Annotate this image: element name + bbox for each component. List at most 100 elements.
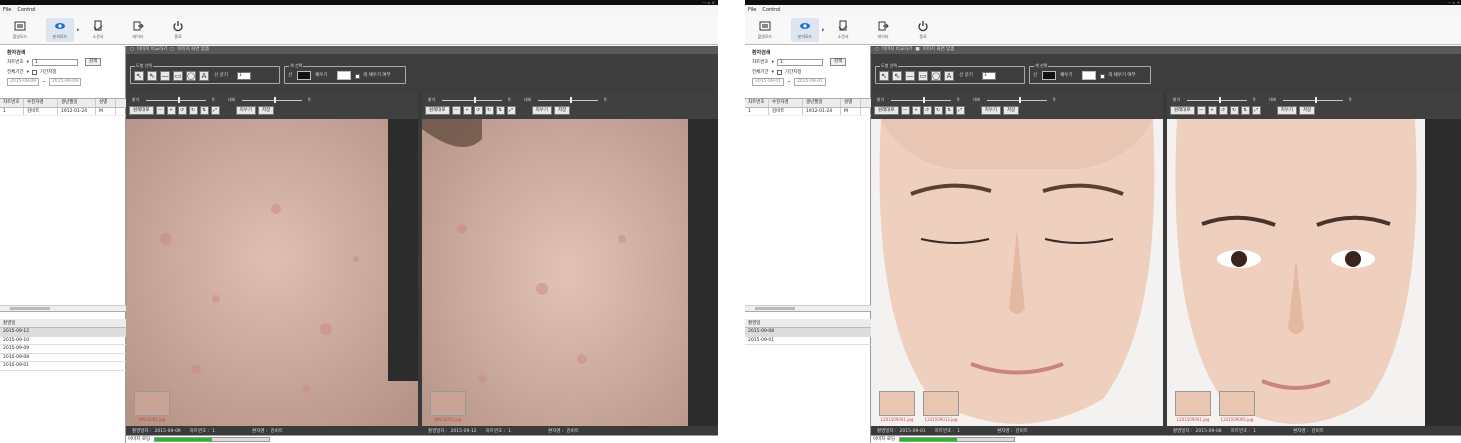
contrast-slider[interactable]: 대비 0 (973, 96, 1061, 104)
window-controls[interactable]: — ▫ ✕ (702, 0, 715, 5)
horizontal-scrollbar[interactable] (0, 305, 126, 311)
tab-compare[interactable]: 이미지 비교하기 (882, 46, 912, 54)
thumbnail[interactable]: 1201509005.jpg (1219, 391, 1255, 435)
fill-checkbox[interactable] (1100, 74, 1105, 79)
face-image-2[interactable] (1167, 119, 1425, 426)
brightness-slider[interactable]: 밝기 0 (877, 96, 965, 104)
table-row[interactable]: 1 김비트 1912-01-24 M (745, 108, 871, 116)
rotate-right-button[interactable]: ↻ (933, 105, 943, 115)
line-color-swatch[interactable] (297, 71, 311, 80)
contrast-slider[interactable]: 대비 0 (1269, 96, 1357, 104)
list-item[interactable]: 2015-09-08 (0, 354, 126, 362)
zoom-out-button[interactable]: — (155, 105, 165, 115)
period-checkbox[interactable] (776, 69, 782, 75)
text-tool-button[interactable]: A (199, 71, 209, 81)
face-image-1[interactable] (871, 119, 1163, 426)
zoom-out-button[interactable]: — (451, 105, 461, 115)
reset-button[interactable]: 원래대로 (1170, 105, 1195, 115)
report-button[interactable]: 소견서 (84, 20, 112, 40)
line-width-select[interactable]: 1 (237, 72, 251, 80)
flip-button[interactable]: ⇅ (1240, 105, 1250, 115)
ellipse-tool-button[interactable]: ◯ (186, 71, 196, 81)
date-from-field[interactable]: 2015-09-09 (7, 78, 40, 86)
single-radio-icon[interactable]: ■ (915, 46, 919, 54)
delete-button[interactable]: 지우기 (1276, 105, 1297, 115)
list-item[interactable]: 2015-09-01 (745, 337, 871, 345)
delete-button[interactable]: 지우기 (531, 105, 552, 115)
list-item[interactable]: 2015-09-09 (0, 345, 126, 354)
period-checkbox[interactable] (31, 69, 37, 75)
zoom-in-button[interactable]: + (462, 105, 472, 115)
line-tool-button[interactable]: — (905, 71, 915, 81)
save-button[interactable]: 저장 (257, 105, 275, 115)
line-color-swatch[interactable] (1042, 71, 1056, 80)
fill-color-swatch[interactable] (1082, 71, 1096, 80)
fit-button[interactable]: ⤢ (506, 105, 516, 115)
rect-tool-button[interactable]: ▭ (918, 71, 928, 81)
fill-color-swatch[interactable] (337, 71, 351, 80)
fit-button[interactable]: ⤢ (955, 105, 965, 115)
reset-button[interactable]: 원래대로 (874, 105, 899, 115)
chevron-down-icon[interactable]: ▾ (27, 60, 29, 65)
menu-file[interactable]: File (3, 7, 11, 13)
save-button[interactable]: 저장 (553, 105, 571, 115)
rotate-left-button[interactable]: ↺ (473, 105, 483, 115)
text-tool-button[interactable]: A (944, 71, 954, 81)
search-button[interactable]: 검색 (84, 58, 102, 66)
report-button[interactable]: 소견서 (829, 20, 857, 40)
thumbnail[interactable]: 1201509001.jpg (1175, 391, 1211, 435)
rotate-right-button[interactable]: ↻ (188, 105, 198, 115)
line-width-select[interactable]: 1 (982, 72, 996, 80)
skin-image-1[interactable] (126, 119, 418, 426)
list-item[interactable]: 2015-09-10 (0, 337, 126, 345)
date-to-field[interactable]: 2015-09-09 (48, 78, 82, 86)
contrast-slider[interactable]: 대비 0 (228, 96, 316, 104)
scroll-thumb[interactable] (10, 307, 50, 310)
arrow-tool-button[interactable]: ⇖ (892, 71, 902, 81)
fit-button[interactable]: ⤢ (210, 105, 220, 115)
zoom-in-button[interactable]: + (1207, 105, 1217, 115)
menu-file[interactable]: File (748, 7, 756, 13)
chevron-down-icon[interactable]: ▾ (772, 60, 774, 65)
data-export-button[interactable]: 데이터 (124, 20, 152, 40)
analysis-mode-button[interactable]: 분석모드 (791, 17, 819, 42)
list-item[interactable]: 2015-09-12 (0, 328, 126, 337)
fit-button[interactable]: ⤢ (1251, 105, 1261, 115)
contrast-slider[interactable]: 대비 0 (524, 96, 612, 104)
data-export-button[interactable]: 데이터 (869, 20, 897, 40)
tab-fit[interactable]: 이미지 화면 맞춤 (177, 46, 209, 54)
thumbnail[interactable]: 1201509001.jpg (879, 391, 915, 435)
brightness-slider[interactable]: 밝기 0 (1173, 96, 1261, 104)
chevron-down-icon[interactable]: ▾ (27, 70, 29, 75)
flip-button[interactable]: ⇅ (495, 105, 505, 115)
scroll-thumb[interactable] (755, 307, 795, 310)
list-item[interactable]: 2015-09-08 (745, 328, 871, 337)
delete-button[interactable]: 지우기 (980, 105, 1001, 115)
date-from-field[interactable]: 2015-09-01 (752, 78, 785, 86)
zoom-in-button[interactable]: + (911, 105, 921, 115)
list-item[interactable]: 2015-09-01 (0, 362, 126, 371)
date-to-field[interactable]: 2015-09-01 (793, 78, 827, 86)
compare-radio-icon[interactable]: ○ (130, 46, 134, 54)
reset-button[interactable]: 원래대로 (129, 105, 154, 115)
capture-mode-button[interactable]: 촬영모드 (751, 20, 779, 40)
rotate-left-button[interactable]: ↺ (177, 105, 187, 115)
pointer-tool-button[interactable]: ↖ (879, 71, 889, 81)
table-row[interactable]: 1 김비트 1912-01-24 M (0, 108, 126, 116)
menu-control[interactable]: Control (17, 7, 35, 13)
arrow-tool-button[interactable]: ⇖ (147, 71, 157, 81)
analysis-mode-button[interactable]: 분석모드 (46, 17, 74, 42)
fill-checkbox[interactable] (355, 74, 360, 79)
chevron-down-icon[interactable]: ▾ (772, 70, 774, 75)
thumbnail[interactable]: 1201509012.jpg (923, 391, 959, 435)
thumbnail[interactable]: IMG-0002.jpg (430, 391, 466, 435)
single-radio-icon[interactable]: ○ (170, 46, 174, 54)
rotate-left-button[interactable]: ↺ (922, 105, 932, 115)
window-controls[interactable]: — ▫ ✕ (1447, 0, 1460, 5)
flip-button[interactable]: ⇅ (944, 105, 954, 115)
zoom-out-button[interactable]: — (900, 105, 910, 115)
exit-button[interactable]: 종료 (909, 20, 937, 40)
brightness-slider[interactable]: 밝기 0 (428, 96, 516, 104)
capture-mode-button[interactable]: 촬영모드 (6, 20, 34, 40)
reset-button[interactable]: 원래대로 (425, 105, 450, 115)
